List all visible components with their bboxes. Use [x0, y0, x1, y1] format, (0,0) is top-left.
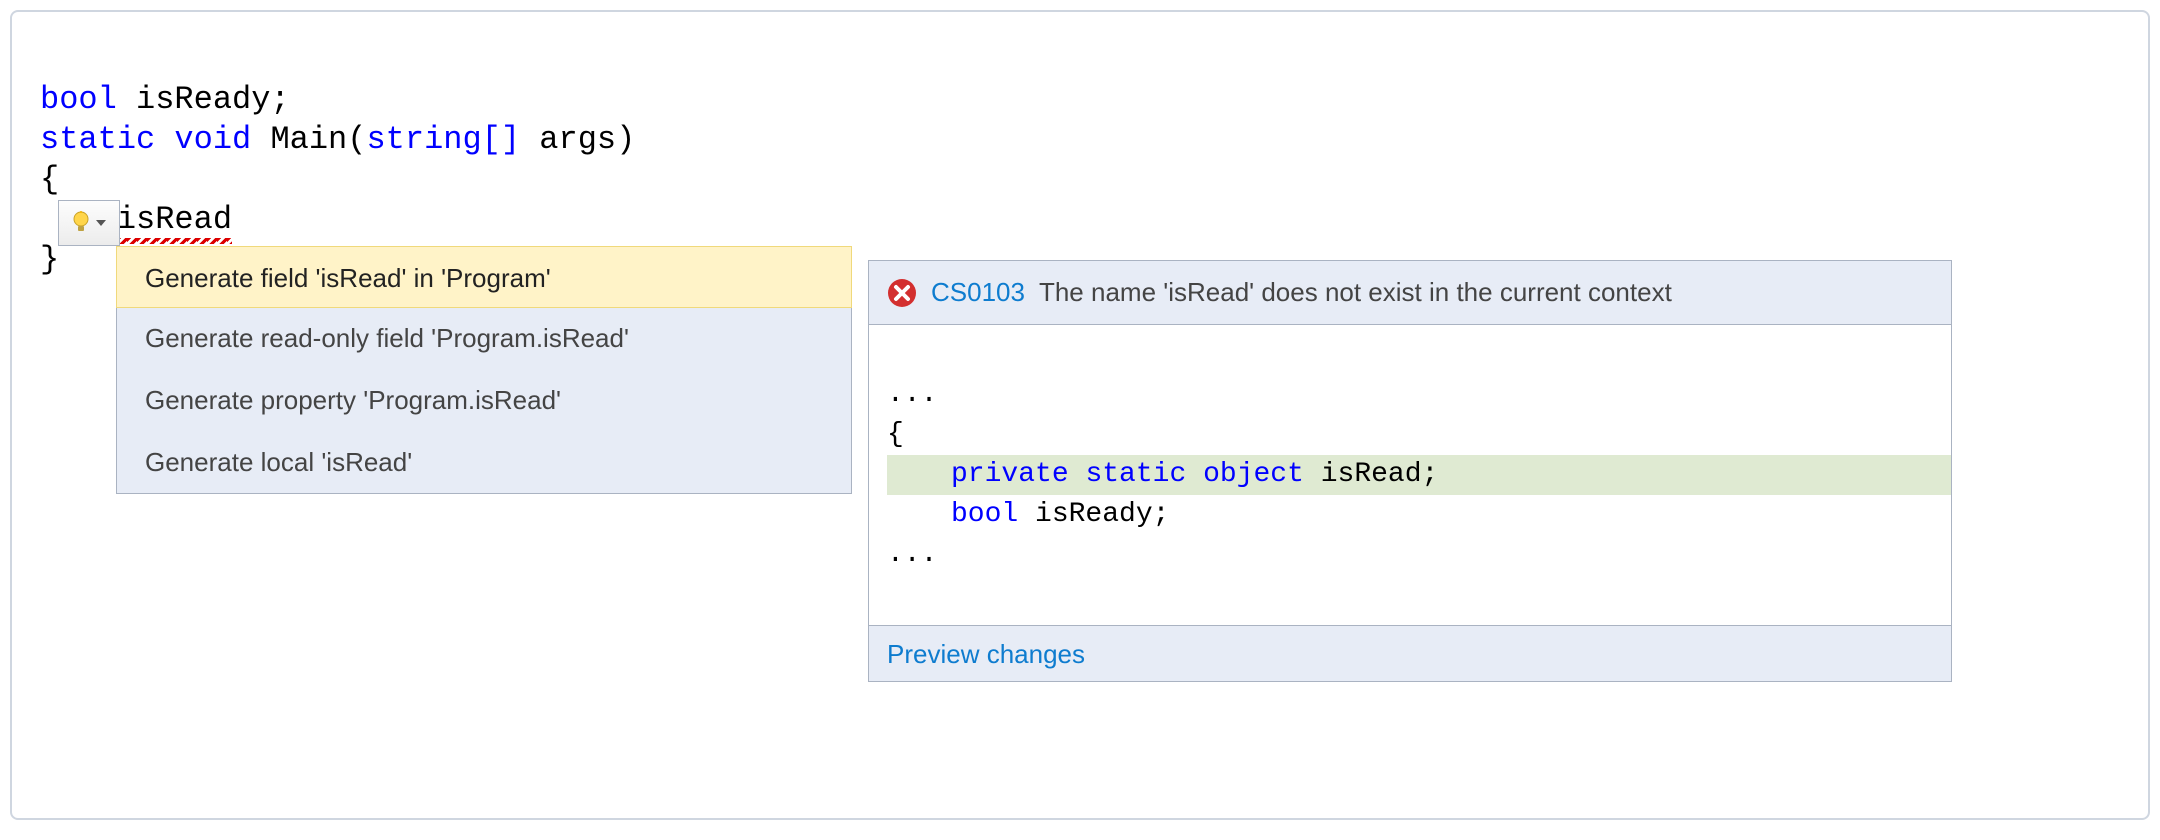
- keyword-bool: bool: [40, 81, 117, 118]
- param-name: args): [520, 121, 635, 158]
- error-token-isread[interactable]: isRead: [117, 200, 232, 240]
- quick-actions-menu: Generate field 'isRead' in 'Program' Gen…: [116, 246, 852, 494]
- error-code-link[interactable]: CS0103: [931, 277, 1025, 308]
- action-generate-local[interactable]: Generate local 'isRead': [117, 431, 851, 493]
- diff-ellipsis: ...: [887, 379, 937, 410]
- diff-brace-open: {: [887, 419, 904, 450]
- param-type: string: [366, 121, 481, 158]
- preview-changes-link[interactable]: Preview changes: [869, 625, 1951, 681]
- method-name: Main(: [251, 121, 366, 158]
- diff-ellipsis: ...: [887, 539, 937, 570]
- error-message: The name 'isRead' does not exist in the …: [1039, 277, 1672, 308]
- quick-action-preview-panel: CS0103 The name 'isRead' does not exist …: [868, 260, 1952, 682]
- diff-context-line: bool isReady;: [887, 499, 1169, 530]
- brace-open: {: [40, 161, 59, 198]
- action-generate-field[interactable]: Generate field 'isRead' in 'Program': [116, 246, 852, 308]
- diff-preview: ... { private static object isRead; bool …: [869, 325, 1951, 625]
- lightbulb-icon: [72, 211, 90, 235]
- chevron-down-icon: [96, 220, 106, 226]
- keyword-static: static: [40, 121, 155, 158]
- action-generate-readonly-field[interactable]: Generate read-only field 'Program.isRead…: [117, 307, 851, 369]
- keyword-void: void: [174, 121, 251, 158]
- error-icon: [887, 278, 917, 308]
- action-generate-property[interactable]: Generate property 'Program.isRead': [117, 369, 851, 431]
- error-row: CS0103 The name 'isRead' does not exist …: [869, 261, 1951, 325]
- editor-viewport: bool isReady; static void Main(string[] …: [10, 10, 2150, 820]
- field-name: isReady;: [117, 81, 290, 118]
- array-brackets: []: [482, 121, 520, 158]
- diff-added-line: private static object isRead;: [887, 455, 1951, 495]
- quick-actions-button[interactable]: [58, 200, 120, 246]
- brace-close: }: [40, 241, 59, 278]
